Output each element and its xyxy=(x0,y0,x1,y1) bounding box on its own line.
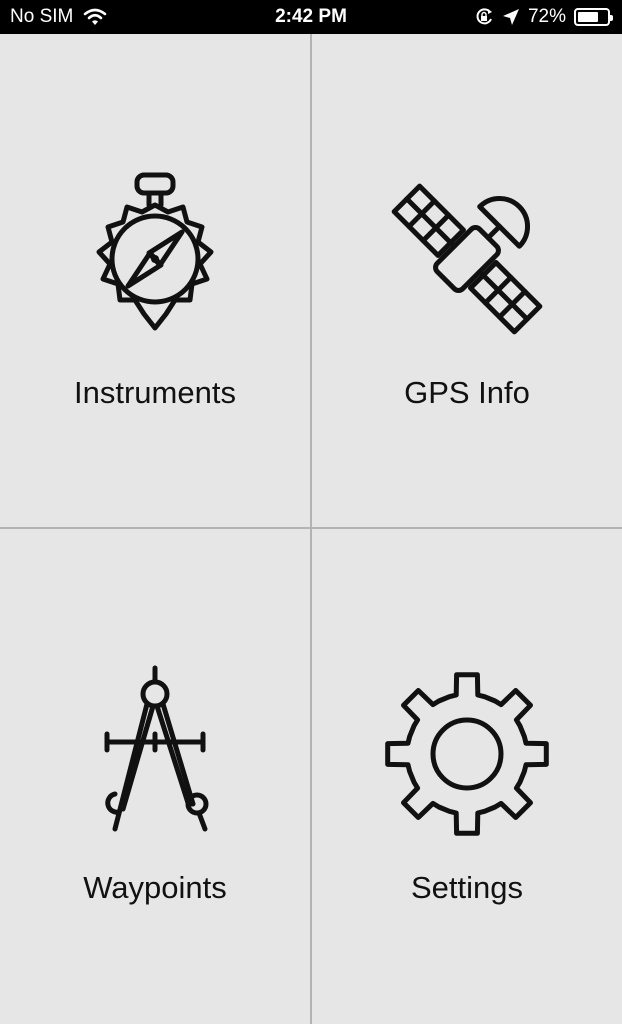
menu-tile-waypoints[interactable]: Waypoints xyxy=(0,528,310,1024)
battery-level xyxy=(578,12,598,22)
menu-label-waypoints: Waypoints xyxy=(83,870,227,905)
status-bar: No SIM 2:42 PM 72% xyxy=(0,0,622,34)
menu-label-instruments: Instruments xyxy=(74,375,236,410)
menu-tile-instruments[interactable]: Instruments xyxy=(0,34,310,528)
menu-label-settings: Settings xyxy=(410,870,523,905)
gear-icon xyxy=(385,672,549,836)
battery-percent: 72% xyxy=(527,6,566,27)
status-right: 72% xyxy=(474,6,613,28)
satellite-icon xyxy=(391,183,543,335)
drafting-compass-icon xyxy=(104,665,209,832)
menu-tile-gps-info[interactable]: GPS Info xyxy=(312,34,622,528)
compass-icon xyxy=(96,172,214,331)
main-menu-grid: Instruments GPS Info Waypoints Settings xyxy=(0,34,622,1024)
orientation-lock-icon xyxy=(476,8,492,25)
menu-tile-settings[interactable]: Settings xyxy=(312,528,622,1024)
menu-label-gps-info: GPS Info xyxy=(404,375,530,410)
location-arrow-icon xyxy=(502,9,519,25)
battery-icon xyxy=(574,8,613,26)
